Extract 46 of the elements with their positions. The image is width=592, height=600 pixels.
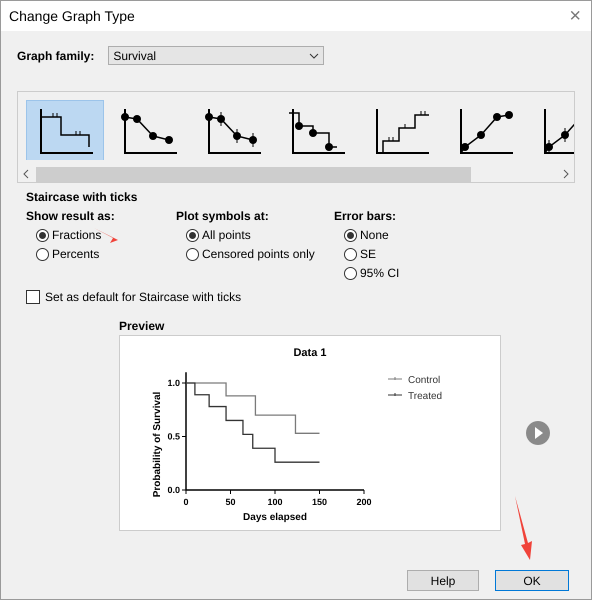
checkbox[interactable]	[26, 290, 40, 304]
close-button[interactable]: ×	[569, 4, 581, 28]
radio-label[interactable]: None	[360, 228, 389, 242]
radio-button[interactable]	[186, 248, 199, 260]
tick-label: 0.0	[167, 485, 180, 495]
section-title: Staircase with ticks	[26, 190, 138, 204]
dialog-button[interactable]: Help	[407, 570, 479, 591]
play-icon[interactable]	[525, 420, 551, 446]
tick-label: 50	[226, 497, 236, 507]
window-title: Change Graph Type	[9, 8, 135, 24]
radio-label[interactable]: Percents	[52, 247, 100, 261]
graph-family-dropdown[interactable]: Survival	[108, 46, 324, 65]
legend-label: Control	[408, 375, 440, 386]
chart-title: Data 1	[293, 347, 327, 359]
preview-label: Preview	[119, 319, 166, 333]
radio-button[interactable]	[344, 248, 357, 260]
group-label: Show result as:	[26, 209, 116, 223]
radio-label[interactable]: All points	[202, 228, 251, 242]
tick-label: 0.5	[167, 432, 180, 442]
group-label: Error bars:	[334, 209, 398, 223]
axis-label: Days elapsed	[243, 512, 307, 523]
radio-button[interactable]	[36, 228, 49, 242]
radio-label[interactable]: 95% CI	[360, 266, 400, 280]
radio-button[interactable]	[186, 228, 199, 242]
radio-button[interactable]	[36, 248, 49, 260]
tick-label: 150	[312, 497, 328, 507]
radio-label[interactable]: SE	[360, 247, 376, 261]
legend-item: Control	[388, 375, 440, 386]
checkbox-label[interactable]: Set as default for Staircase with ticks	[45, 290, 242, 304]
legend-item: Treated	[388, 391, 442, 402]
radio-button[interactable]	[344, 228, 357, 242]
radio-label[interactable]: Censored points only	[202, 247, 315, 261]
radio-label[interactable]: Fractions	[52, 228, 102, 242]
tick-label: 1.0	[167, 378, 180, 388]
axis-label: Probability of Survival	[152, 392, 163, 498]
field-label: Graph family:	[17, 48, 94, 62]
tick-label: 200	[356, 497, 372, 507]
tick-label: 100	[267, 497, 283, 507]
legend-label: Treated	[408, 391, 442, 402]
dialog-button[interactable]: OK	[495, 570, 569, 591]
scrollbar-thumb[interactable]	[36, 166, 471, 182]
graph-type-tile[interactable]	[26, 100, 104, 160]
tick-label: 0	[184, 497, 188, 507]
group-label: Plot symbols at:	[176, 209, 270, 223]
chevron-down-icon	[309, 52, 320, 58]
radio-button[interactable]	[344, 266, 357, 280]
